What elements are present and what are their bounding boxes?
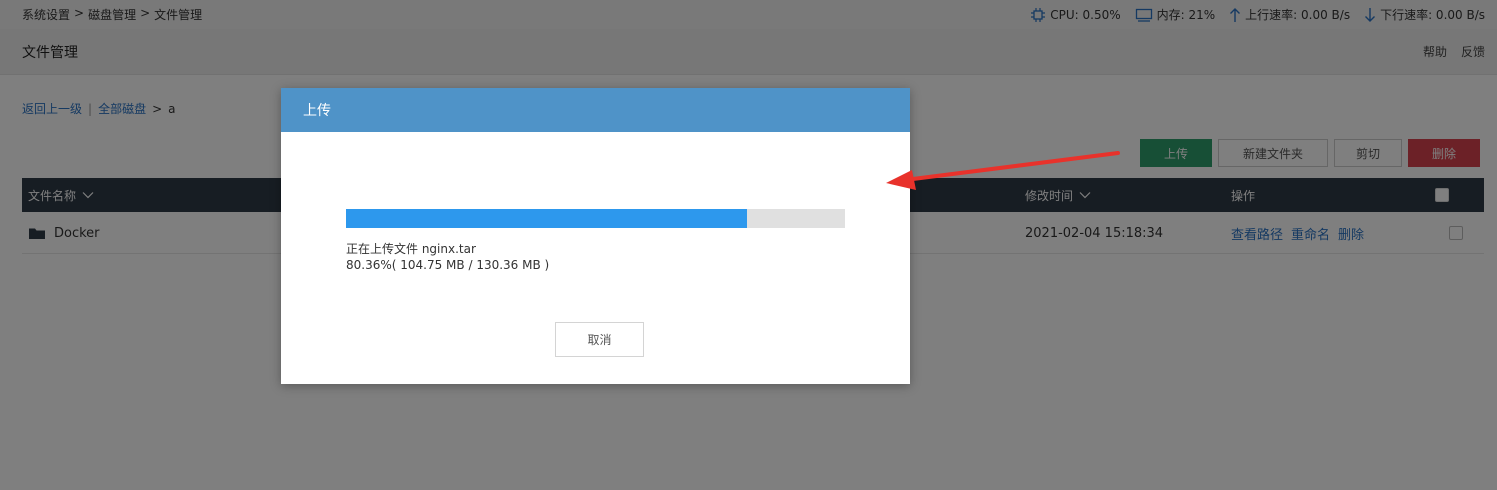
upload-status-text: 正在上传文件 nginx.tar	[346, 242, 476, 256]
upload-dialog: 上传 正在上传文件 nginx.tar 80.36%( 104.75 MB / …	[281, 88, 910, 384]
cancel-button[interactable]: 取消	[555, 322, 644, 357]
dialog-title: 上传	[303, 103, 331, 119]
upload-progress-bar	[346, 209, 845, 228]
dialog-header: 上传	[281, 88, 910, 132]
upload-progress-detail: 80.36%( 104.75 MB / 130.36 MB )	[346, 258, 550, 272]
progress-text: 正在上传文件 nginx.tar 80.36%( 104.75 MB / 130…	[346, 241, 549, 273]
upload-progress-fill	[346, 209, 747, 228]
